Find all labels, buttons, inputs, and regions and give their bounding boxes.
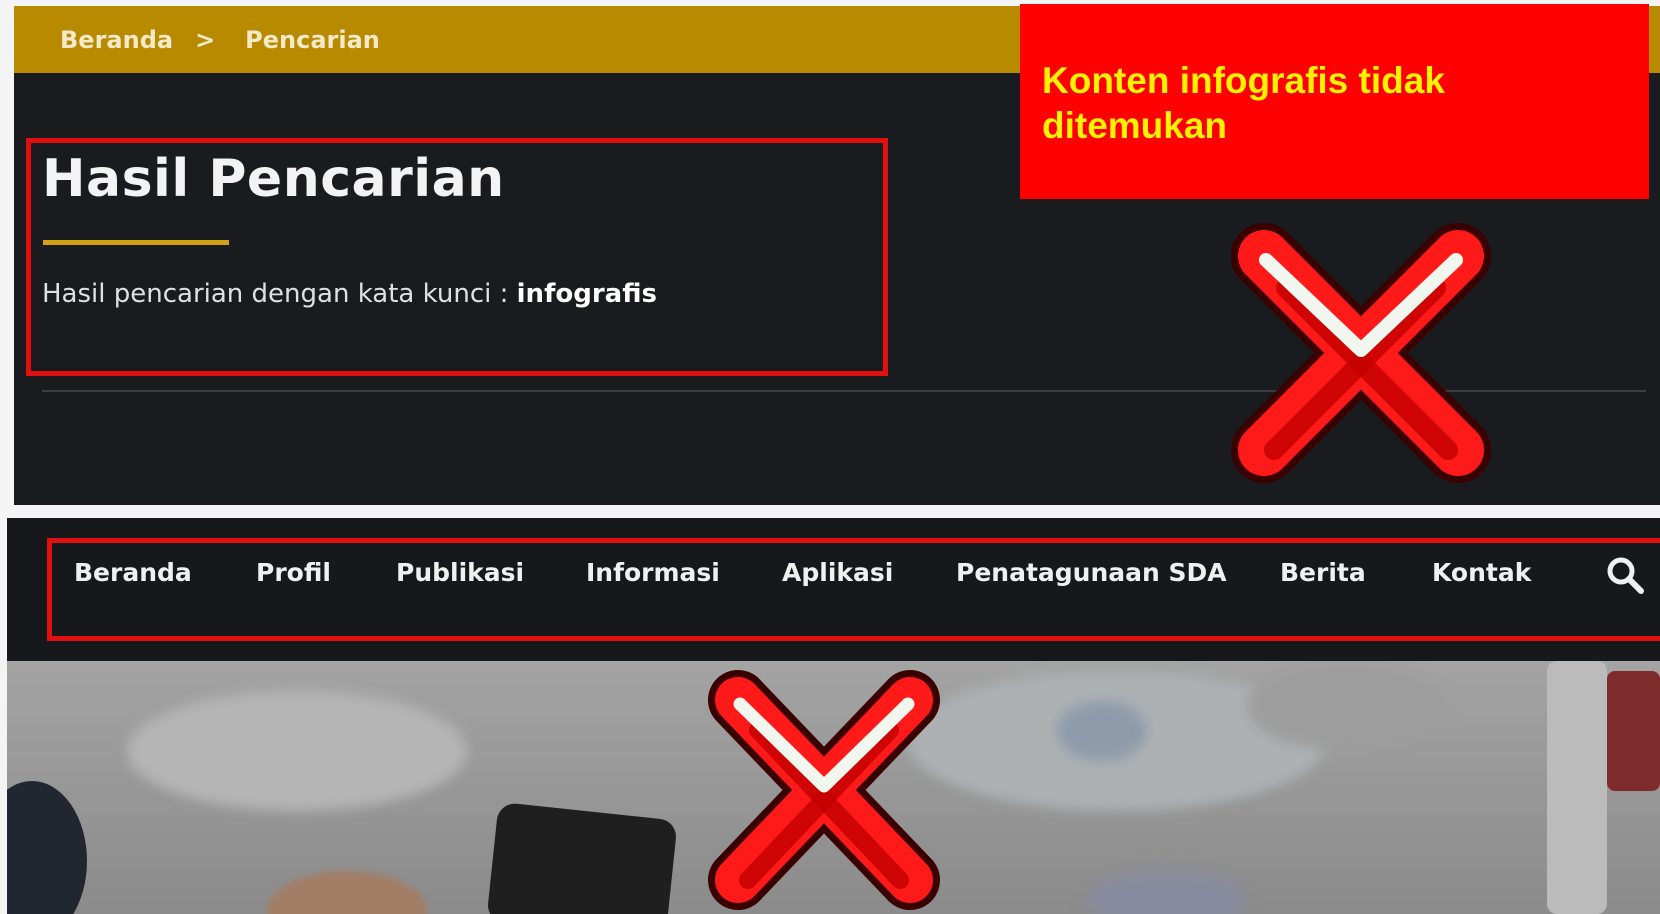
- page-title: Hasil Pencarian: [42, 149, 505, 209]
- nav-item-berita[interactable]: Berita: [1280, 558, 1366, 587]
- nav-item-informasi[interactable]: Informasi: [586, 558, 720, 587]
- search-keyword: infografis: [516, 279, 657, 309]
- nav-item-profil[interactable]: Profil: [256, 558, 331, 587]
- search-result-prefix: Hasil pencarian dengan kata kunci :: [42, 279, 509, 309]
- search-icon[interactable]: [1605, 555, 1645, 595]
- nav-item-kontak[interactable]: Kontak: [1432, 558, 1531, 587]
- breadcrumb-separator: >: [195, 25, 216, 54]
- search-result-text: Hasil pencarian dengan kata kunci : info…: [42, 279, 657, 309]
- not-found-notice: Konten infografis tidak ditemukan: [1020, 4, 1649, 199]
- screenshot-canvas: Beranda > Pencarian Hasil Pencarian Hasi…: [0, 0, 1660, 914]
- nav-item-publikasi[interactable]: Publikasi: [396, 558, 524, 587]
- breadcrumb-item-current: Pencarian: [245, 25, 380, 54]
- red-x-icon: [708, 670, 940, 910]
- not-found-notice-text: Konten infografis tidak ditemukan: [1042, 60, 1445, 146]
- nav-item-beranda[interactable]: Beranda: [74, 558, 192, 587]
- title-underline: [43, 240, 229, 245]
- nav-highlight-box: [47, 538, 1660, 641]
- red-x-icon: [1231, 223, 1491, 483]
- breadcrumb-item-home[interactable]: Beranda: [60, 26, 173, 54]
- nav-item-penatagunaan-sda[interactable]: Penatagunaan SDA: [956, 558, 1227, 587]
- nav-item-aplikasi[interactable]: Aplikasi: [782, 558, 893, 587]
